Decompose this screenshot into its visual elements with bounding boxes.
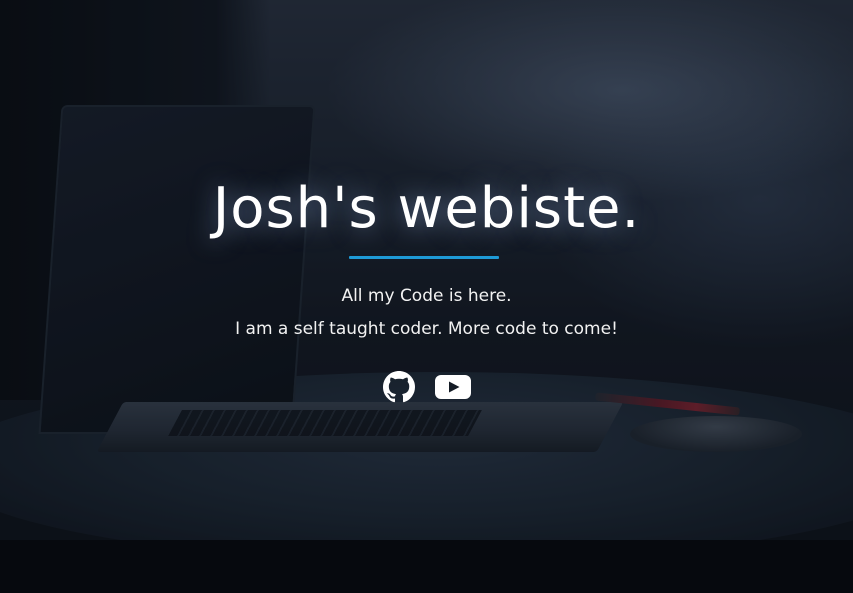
page-title: Josh's webiste.: [212, 176, 641, 241]
hero-section: Josh's webiste. All my Code is here. I a…: [0, 0, 853, 593]
hero-content: Josh's webiste. All my Code is here. I a…: [0, 0, 853, 593]
subtitle-line-1: All my Code is here.: [341, 286, 512, 306]
github-icon: [382, 371, 415, 403]
github-link[interactable]: [382, 371, 415, 403]
social-links: [0, 371, 853, 405]
subtitle-line-2: I am a self taught coder. More code to c…: [235, 319, 618, 339]
title-underline: [349, 256, 499, 259]
youtube-icon: [434, 371, 471, 403]
youtube-link[interactable]: [434, 371, 471, 403]
